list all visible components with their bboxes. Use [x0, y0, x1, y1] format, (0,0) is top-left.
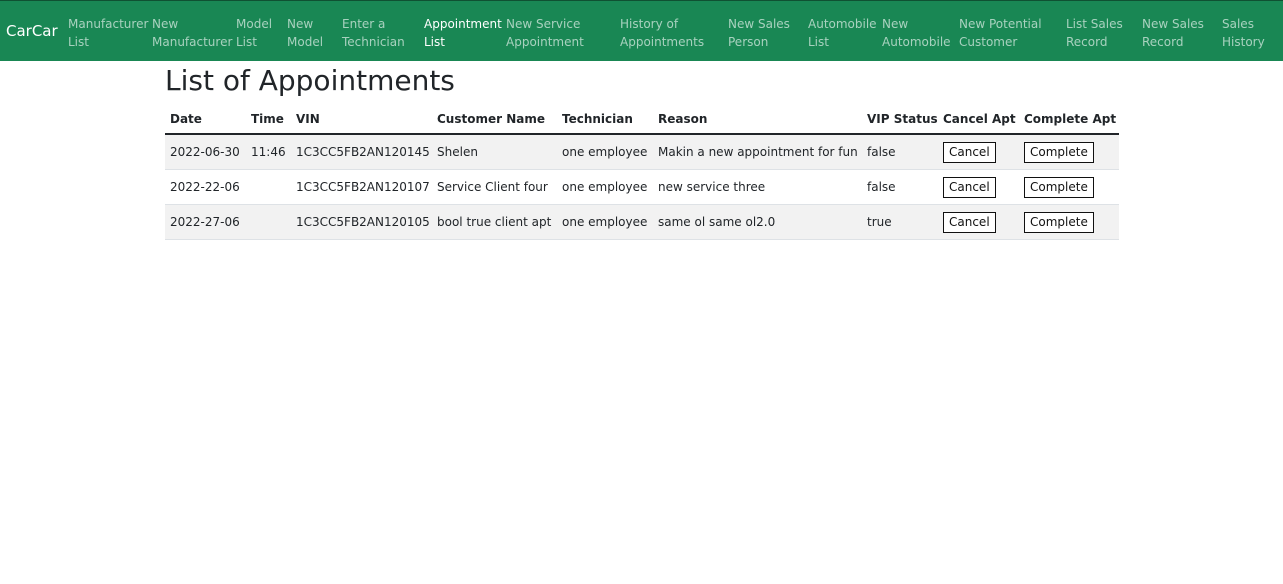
nav-label-line2: Record [1142, 35, 1184, 49]
nav-new-automobile[interactable]: New Automobile [882, 15, 951, 51]
nav-label-line1: Enter a [342, 17, 386, 31]
cell-customer-name: Service Client four [432, 169, 557, 205]
cell-reason: new service three [653, 169, 862, 205]
nav-label-line1: Sales [1222, 17, 1254, 31]
cell-technician: one employee [557, 134, 653, 170]
nav-label-line2: Person [728, 35, 769, 49]
nav-label-line1: New Potential [959, 17, 1042, 31]
cell-vin: 1C3CC5FB2AN120105 [291, 204, 432, 240]
cell-cancel: Cancel [938, 204, 1019, 240]
header-vin: VIN [291, 104, 432, 135]
nav-new-model[interactable]: New Model [287, 15, 323, 51]
page-title: List of Appointments [165, 64, 455, 97]
nav-enter-technician[interactable]: Enter a Technician [342, 15, 405, 51]
header-customer-name: Customer Name [432, 104, 557, 135]
nav-label-line2: Model [287, 35, 324, 49]
cell-date: 2022-06-30 [165, 134, 246, 170]
table-header: Date Time VIN Customer Name Technician R… [165, 104, 1119, 135]
nav-label-line1: Manufacturer [68, 17, 149, 31]
nav-label-line1: New Service [506, 17, 581, 31]
cell-time: 11:46 [246, 134, 291, 170]
nav-label-line1: Model [236, 17, 273, 31]
nav-new-sales-record[interactable]: New Sales Record [1142, 15, 1204, 51]
nav-label-line2: List [68, 35, 89, 49]
nav-label-line2: Customer [959, 35, 1018, 49]
complete-button[interactable]: Complete [1024, 141, 1094, 163]
nav-history-of-appointments[interactable]: History of Appointments [620, 15, 704, 51]
nav-label-line1: Appointment [424, 17, 502, 31]
cell-complete: Complete [1019, 204, 1119, 240]
nav-model-list[interactable]: Model List [236, 15, 272, 51]
nav-sales-history[interactable]: Sales History [1222, 15, 1265, 51]
nav-appointment-list[interactable]: Appointment List [424, 15, 502, 51]
nav-new-manufacturer[interactable]: New Manufacturer [152, 15, 232, 51]
complete-button[interactable]: Complete [1024, 211, 1094, 233]
cell-time [246, 204, 291, 240]
nav-list-sales-record[interactable]: List Sales Record [1066, 15, 1123, 51]
cell-cancel: Cancel [938, 169, 1019, 205]
cell-customer-name: bool true client apt [432, 204, 557, 240]
header-complete-apt: Complete Apt [1019, 104, 1119, 135]
cell-complete: Complete [1019, 134, 1119, 170]
table-row: 2022-27-06 1C3CC5FB2AN120105 bool true c… [165, 204, 1119, 240]
header-date: Date [165, 104, 246, 135]
header-technician: Technician [557, 104, 653, 135]
navbar: CarCar Manufacturer List New Manufacture… [0, 0, 1283, 61]
nav-label-line2: List [808, 35, 829, 49]
nav-label-line1: History of [620, 17, 679, 31]
nav-label-line2: Manufacturer [152, 35, 233, 49]
cell-vip-status: true [862, 204, 938, 240]
cancel-button[interactable]: Cancel [943, 176, 996, 198]
appointments-table: Date Time VIN Customer Name Technician R… [165, 104, 1119, 240]
cell-customer-name: Shelen [432, 134, 557, 170]
cell-date: 2022-27-06 [165, 204, 246, 240]
nav-label-line1: List Sales [1066, 17, 1123, 31]
table-row: 2022-06-30 11:46 1C3CC5FB2AN120145 Shele… [165, 134, 1119, 170]
nav-manufacturer-list[interactable]: Manufacturer List [68, 15, 148, 51]
nav-new-potential-customer[interactable]: New Potential Customer [959, 15, 1042, 51]
cell-vin: 1C3CC5FB2AN120107 [291, 169, 432, 205]
nav-label-line2: Record [1066, 35, 1108, 49]
nav-label-line2: Technician [342, 35, 405, 49]
brand-logo[interactable]: CarCar [6, 22, 58, 40]
nav-label-line2: Automobile [882, 35, 951, 49]
nav-label-line1: New Sales [728, 17, 790, 31]
header-vip-status: VIP Status [862, 104, 938, 135]
header-cancel-apt: Cancel Apt [938, 104, 1019, 135]
nav-label-line2: List [236, 35, 257, 49]
cell-vin: 1C3CC5FB2AN120145 [291, 134, 432, 170]
nav-new-sales-person[interactable]: New Sales Person [728, 15, 790, 51]
table-body: 2022-06-30 11:46 1C3CC5FB2AN120145 Shele… [165, 134, 1119, 240]
nav-label-line1: New [882, 17, 909, 31]
cancel-button[interactable]: Cancel [943, 141, 996, 163]
cell-technician: one employee [557, 204, 653, 240]
cell-reason: Makin a new appointment for fun [653, 134, 862, 170]
nav-label-line1: New [152, 17, 179, 31]
header-reason: Reason [653, 104, 862, 135]
nav-label-line2: List [424, 35, 445, 49]
cancel-button[interactable]: Cancel [943, 211, 996, 233]
cell-technician: one employee [557, 169, 653, 205]
cell-time [246, 169, 291, 205]
cell-reason: same ol same ol2.0 [653, 204, 862, 240]
nav-automobile-list[interactable]: Automobile List [808, 15, 877, 51]
cell-vip-status: false [862, 134, 938, 170]
nav-label-line1: New [287, 17, 314, 31]
nav-label-line2: Appointment [506, 35, 584, 49]
header-row: Date Time VIN Customer Name Technician R… [165, 104, 1119, 135]
cell-cancel: Cancel [938, 134, 1019, 170]
header-time: Time [246, 104, 291, 135]
cell-complete: Complete [1019, 169, 1119, 205]
cell-date: 2022-22-06 [165, 169, 246, 205]
complete-button[interactable]: Complete [1024, 176, 1094, 198]
nav-label-line2: History [1222, 35, 1265, 49]
cell-vip-status: false [862, 169, 938, 205]
table-row: 2022-22-06 1C3CC5FB2AN120107 Service Cli… [165, 169, 1119, 205]
nav-label-line2: Appointments [620, 35, 705, 49]
nav-new-service-appointment[interactable]: New Service Appointment [506, 15, 584, 51]
nav-label-line1: Automobile [808, 17, 877, 31]
nav-label-line1: New Sales [1142, 17, 1204, 31]
